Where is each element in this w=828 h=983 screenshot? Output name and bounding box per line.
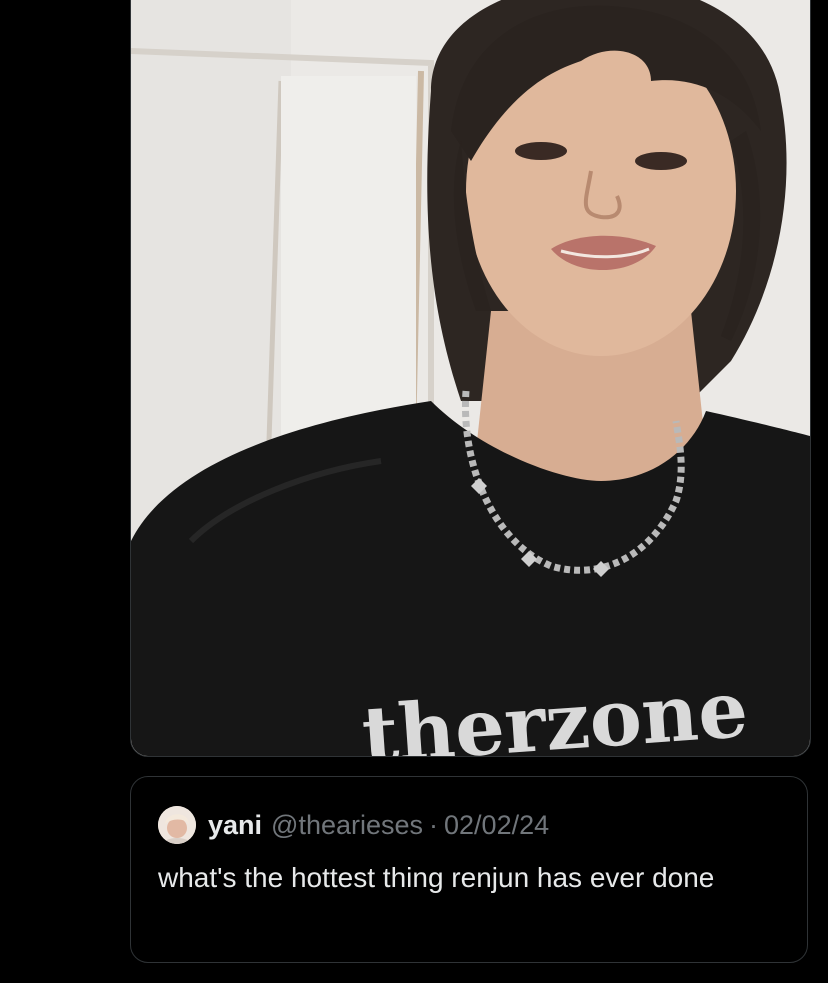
user-handle[interactable]: @thearieses: [271, 810, 423, 841]
display-name[interactable]: yani: [208, 810, 262, 841]
separator-dot: ·: [429, 809, 439, 840]
quoted-post-text: what's the hottest thing renjun has ever…: [158, 862, 715, 893]
post-media-image[interactable]: therzone: [130, 0, 811, 757]
avatar-icon[interactable]: [158, 806, 196, 844]
post-date[interactable]: 02/02/24: [444, 810, 549, 841]
quoted-post-card[interactable]: yani @thearieses · 02/02/24 what's the h…: [130, 776, 808, 963]
portrait-photo-icon: therzone: [131, 0, 810, 756]
quoted-post-header: yani @thearieses · 02/02/24: [158, 805, 549, 845]
